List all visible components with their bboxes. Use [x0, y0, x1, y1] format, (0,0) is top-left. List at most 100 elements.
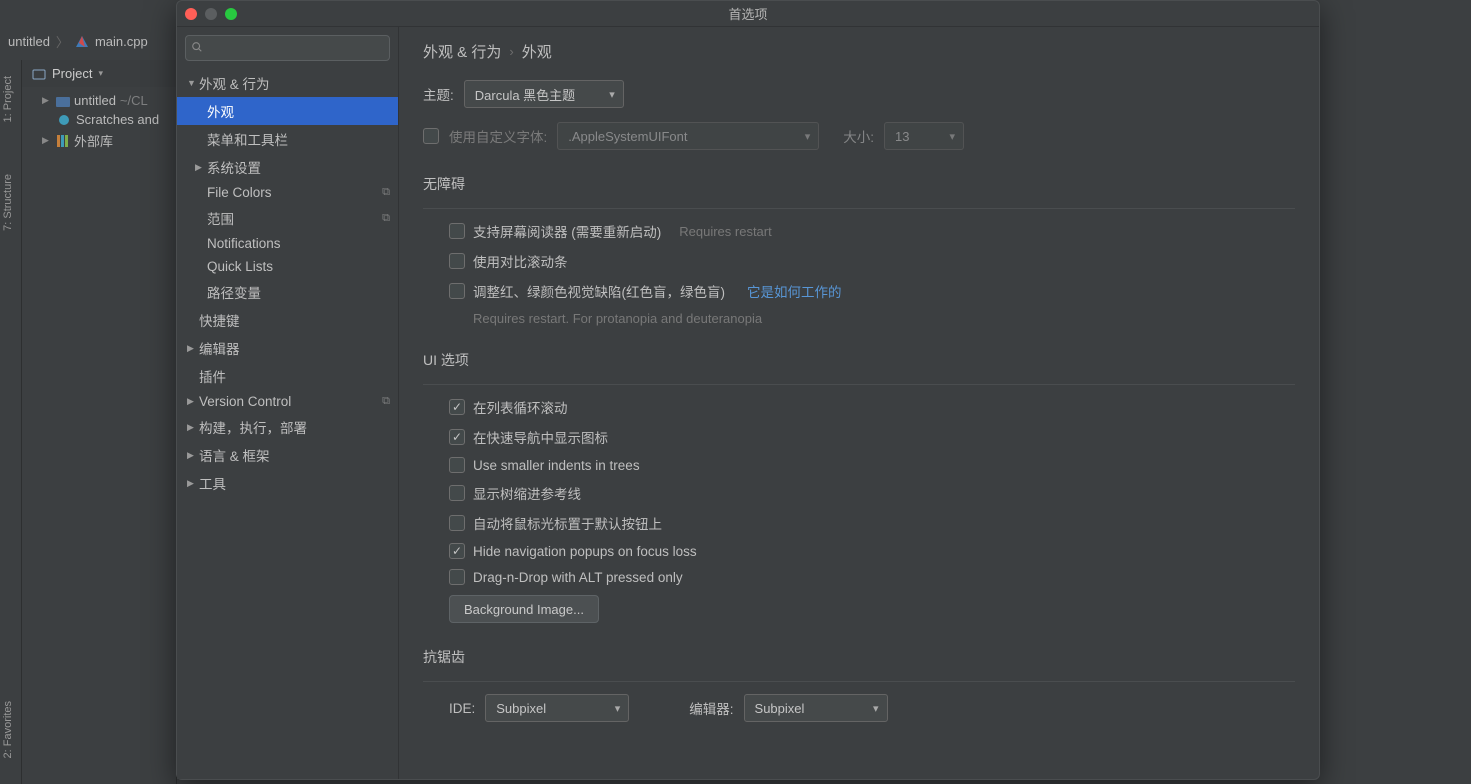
ide-left-tool-tabs: 1: Project 7: Structure 2: Favorites	[0, 60, 22, 784]
cat-menus-toolbars[interactable]: 菜单和工具栏	[177, 125, 398, 153]
close-icon[interactable]	[185, 8, 197, 20]
tab-favorites[interactable]: 2: Favorites	[0, 695, 21, 764]
ide-breadcrumb: untitled 〉 main.cpp	[8, 32, 148, 51]
antialiasing-title: 抗锯齿	[423, 647, 1295, 667]
cyclic-scrolling-checkbox[interactable]	[449, 399, 465, 415]
color-deficiency-checkbox[interactable]	[449, 283, 465, 299]
tree-guides-label: 显示树缩进参考线	[473, 483, 581, 503]
project-tree: ▶ untitled ~/CL Scratches and ▶ 外部库	[22, 87, 176, 156]
contrast-scroll-row: 使用对比滚动条	[449, 251, 1295, 271]
tree-twisty[interactable]: ▶	[42, 135, 52, 146]
cat-file-colors[interactable]: File Colors⧉	[177, 181, 398, 204]
smaller-indents-checkbox[interactable]	[449, 457, 465, 473]
category-list: ▼外观 & 行为 外观 菜单和工具栏 ▶系统设置 File Colors⧉ 范围…	[177, 69, 398, 779]
cmake-file-icon	[75, 35, 89, 49]
cat-tools[interactable]: ▶工具	[177, 469, 398, 497]
hide-nav-popups-checkbox[interactable]	[449, 543, 465, 559]
tree-scratches-label: Scratches and	[76, 112, 159, 127]
project-panel-header[interactable]: Project ▾	[22, 60, 176, 87]
cat-system-settings[interactable]: ▶系统设置	[177, 153, 398, 181]
smaller-indents-label: Use smaller indents in trees	[473, 458, 640, 473]
font-select[interactable]: .AppleSystemUIFont	[557, 122, 819, 150]
quick-nav-icons-label: 在快速导航中显示图标	[473, 427, 608, 447]
contrast-scroll-label: 使用对比滚动条	[473, 251, 568, 271]
breadcrumb-parent[interactable]: 外观 & 行为	[423, 41, 501, 62]
breadcrumb-current: 外观	[522, 41, 552, 62]
cat-keymap[interactable]: 快捷键	[177, 306, 398, 334]
search-input[interactable]	[185, 35, 390, 61]
cat-appearance[interactable]: 外观	[177, 97, 398, 125]
custom-font-checkbox[interactable]	[423, 128, 439, 144]
breadcrumb-sep: 〉	[56, 32, 69, 51]
theme-row: 主题: Darcula 黑色主题	[423, 80, 1295, 108]
how-it-works-link[interactable]: 它是如何工作的	[747, 281, 842, 301]
theme-select[interactable]: Darcula 黑色主题	[464, 80, 624, 108]
breadcrumb-file[interactable]: main.cpp	[95, 34, 148, 49]
search-icon	[191, 41, 203, 53]
project-icon	[32, 67, 46, 81]
cat-scopes[interactable]: 范围⧉	[177, 204, 398, 232]
cyclic-scrolling-label: 在列表循环滚动	[473, 397, 568, 417]
quick-nav-icons-checkbox[interactable]	[449, 429, 465, 445]
mouse-default-btn-label: 自动将鼠标光标置于默认按钮上	[473, 513, 662, 533]
cat-build[interactable]: ▶构建，执行，部署	[177, 413, 398, 441]
cat-plugins[interactable]: 插件	[177, 362, 398, 390]
search-wrap	[177, 27, 398, 69]
accessibility-title: 无障碍	[423, 174, 1295, 194]
tree-root-path: ~/CL	[120, 93, 148, 108]
dialog-body: ▼外观 & 行为 外观 菜单和工具栏 ▶系统设置 File Colors⧉ 范围…	[177, 27, 1319, 779]
tree-row-scratches[interactable]: Scratches and	[22, 110, 176, 129]
cat-editor[interactable]: ▶编辑器	[177, 334, 398, 362]
cat-path-variables[interactable]: 路径变量	[177, 278, 398, 306]
antialiasing-section: 抗锯齿 IDE: Subpixel 编辑器: Subpixel	[423, 647, 1295, 722]
settings-content: 外观 & 行为 › 外观 主题: Darcula 黑色主题 使用自定义字体: .…	[399, 27, 1319, 779]
folder-icon	[56, 95, 70, 107]
preferences-dialog: 首选项 ▼外观 & 行为 外观 菜单和工具栏 ▶系统设置 File Colors…	[176, 0, 1320, 780]
library-icon	[56, 135, 70, 147]
project-panel: Project ▾ ▶ untitled ~/CL Scratches and …	[22, 60, 177, 784]
project-level-icon: ⧉	[382, 212, 390, 225]
cat-lang[interactable]: ▶语言 & 框架	[177, 441, 398, 469]
tree-guides-checkbox[interactable]	[449, 485, 465, 501]
size-select[interactable]: 13	[884, 122, 964, 150]
screen-reader-label: 支持屏幕阅读器 (需要重新启动)	[473, 221, 661, 241]
minimize-icon[interactable]	[205, 8, 217, 20]
tree-external-label: 外部库	[74, 131, 113, 150]
ui-options-title: UI 选项	[423, 350, 1295, 370]
dnd-alt-checkbox[interactable]	[449, 569, 465, 585]
aa-ide-label: IDE:	[449, 701, 475, 716]
tree-row-root[interactable]: ▶ untitled ~/CL	[22, 91, 176, 110]
requires-restart-hint: Requires restart	[679, 224, 771, 239]
dnd-alt-label: Drag-n-Drop with ALT pressed only	[473, 570, 683, 585]
cat-notifications[interactable]: Notifications	[177, 232, 398, 255]
custom-font-label: 使用自定义字体:	[449, 126, 547, 146]
tab-structure[interactable]: 7: Structure	[0, 168, 21, 237]
project-panel-title: Project	[52, 66, 92, 81]
cat-version-control[interactable]: ▶Version Control⧉	[177, 390, 398, 413]
background-image-button[interactable]: Background Image...	[449, 595, 599, 623]
aa-ide-select[interactable]: Subpixel	[485, 694, 629, 722]
theme-label: 主题:	[423, 84, 454, 104]
breadcrumb-project[interactable]: untitled	[8, 34, 50, 49]
cat-quick-lists[interactable]: Quick Lists	[177, 255, 398, 278]
mouse-default-btn-checkbox[interactable]	[449, 515, 465, 531]
screen-reader-checkbox[interactable]	[449, 223, 465, 239]
breadcrumb-sep: ›	[509, 44, 513, 59]
zoom-icon[interactable]	[225, 8, 237, 20]
aa-editor-select[interactable]: Subpixel	[744, 694, 888, 722]
contrast-scroll-checkbox[interactable]	[449, 253, 465, 269]
color-deficiency-label: 调整红、绿颜色视觉缺陷(红色盲，绿色盲)	[473, 281, 725, 301]
tree-row-external[interactable]: ▶ 外部库	[22, 129, 176, 152]
tree-twisty[interactable]: ▶	[42, 95, 52, 106]
dialog-title: 首选项	[177, 4, 1319, 23]
settings-sidebar: ▼外观 & 行为 外观 菜单和工具栏 ▶系统设置 File Colors⧉ 范围…	[177, 27, 399, 779]
tab-project[interactable]: 1: Project	[0, 70, 21, 128]
accessibility-section: 无障碍 支持屏幕阅读器 (需要重新启动) Requires restart 使用…	[423, 174, 1295, 326]
project-level-icon: ⧉	[382, 395, 390, 408]
cat-appearance-behavior[interactable]: ▼外观 & 行为	[177, 69, 398, 97]
chevron-down-icon[interactable]: ▾	[98, 68, 103, 79]
window-controls	[185, 8, 237, 20]
dialog-titlebar[interactable]: 首选项	[177, 1, 1319, 27]
ui-options-section: UI 选项 在列表循环滚动 在快速导航中显示图标 Use smaller ind…	[423, 350, 1295, 623]
screen-reader-row: 支持屏幕阅读器 (需要重新启动) Requires restart	[449, 221, 1295, 241]
